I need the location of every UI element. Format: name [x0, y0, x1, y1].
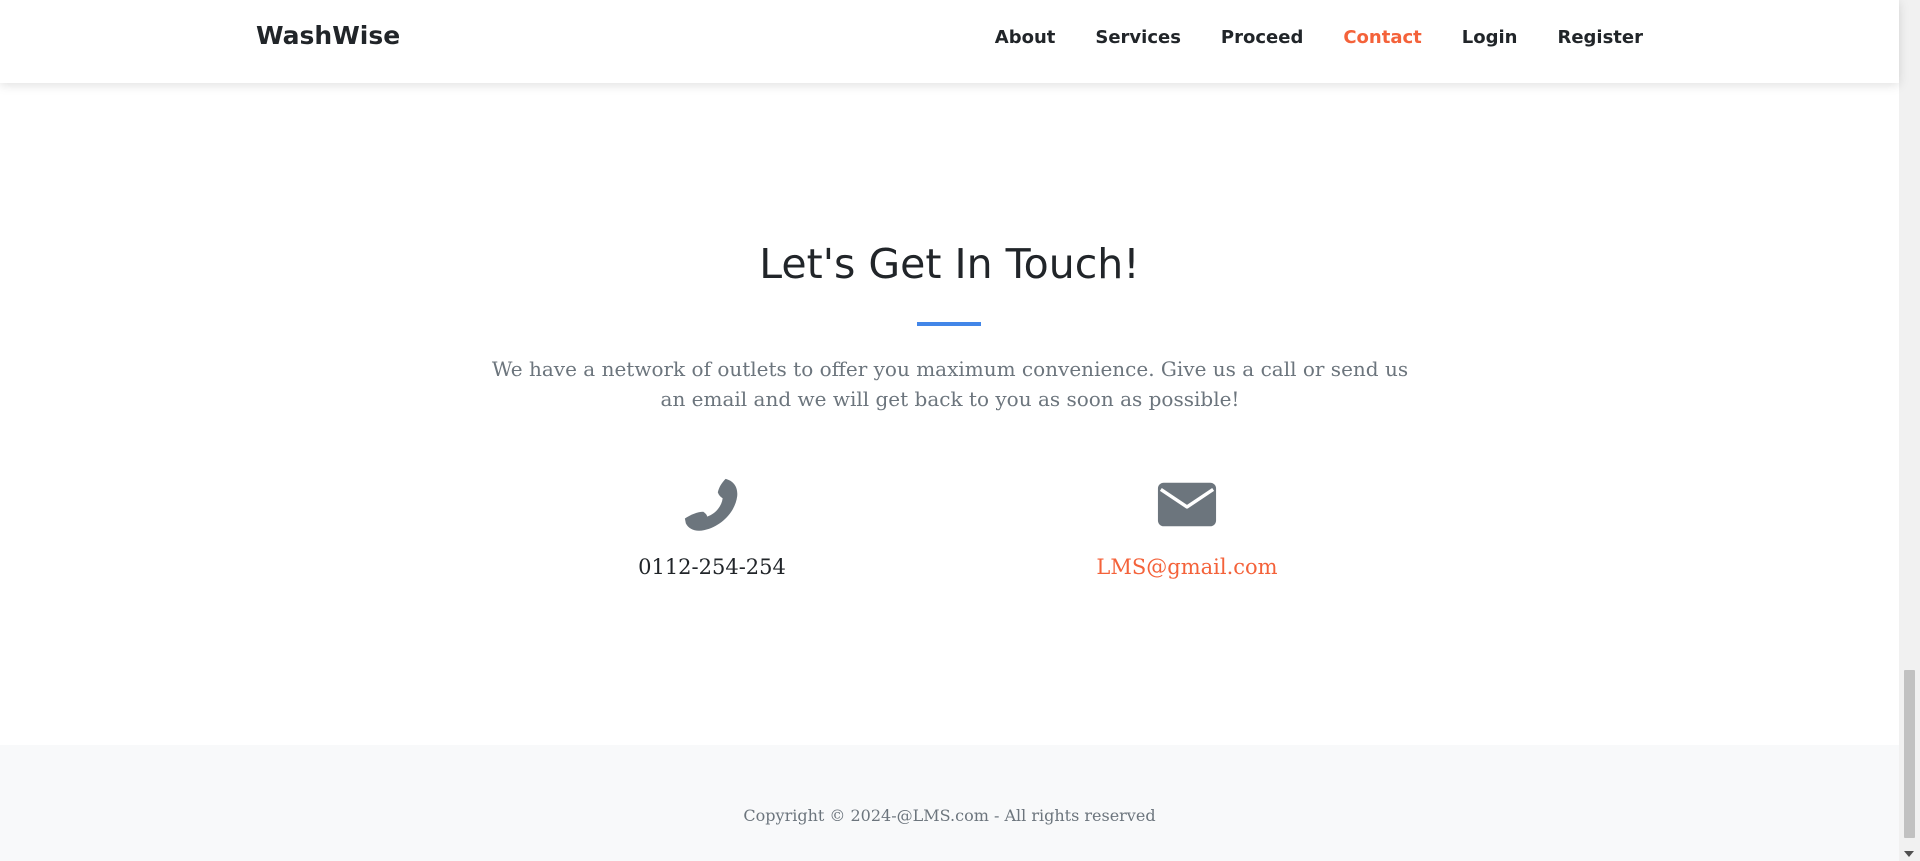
nav-link-login[interactable]: Login	[1462, 27, 1518, 48]
nav-link-register[interactable]: Register	[1557, 27, 1643, 48]
email-contact: LMS@gmail.com	[1047, 473, 1327, 579]
heading-divider	[917, 322, 981, 326]
nav-link-services[interactable]: Services	[1095, 27, 1181, 48]
phone-contact: 0112-254-254	[572, 473, 852, 579]
copyright-text: Copyright © 2024-@LMS.com - All rights r…	[743, 806, 1156, 825]
phone-icon	[684, 478, 738, 531]
scroll-down-arrow-icon[interactable]	[1904, 851, 1914, 857]
nav-link-proceed[interactable]: Proceed	[1221, 27, 1303, 48]
nav-links: About Services Proceed Contact Login Reg…	[955, 27, 1643, 48]
navbar: WashWise About Services Proceed Contact …	[0, 0, 1899, 83]
email-link[interactable]: LMS@gmail.com	[1047, 555, 1327, 579]
vertical-scrollbar[interactable]	[1899, 0, 1920, 861]
phone-number: 0112-254-254	[638, 555, 786, 579]
envelope-icon	[1157, 482, 1217, 527]
nav-link-about[interactable]: About	[995, 27, 1056, 48]
contact-section: Let's Get In Touch! We have a network of…	[0, 83, 1899, 745]
brand-link[interactable]: WashWise	[256, 21, 400, 50]
footer: Copyright © 2024-@LMS.com - All rights r…	[0, 745, 1899, 861]
page: WashWise About Services Proceed Contact …	[0, 0, 1899, 861]
scrollbar-thumb[interactable]	[1904, 670, 1915, 838]
contact-lead-text: We have a network of outlets to offer yo…	[491, 357, 1409, 411]
contact-heading: Let's Get In Touch!	[759, 240, 1140, 288]
nav-link-contact[interactable]: Contact	[1343, 27, 1421, 48]
